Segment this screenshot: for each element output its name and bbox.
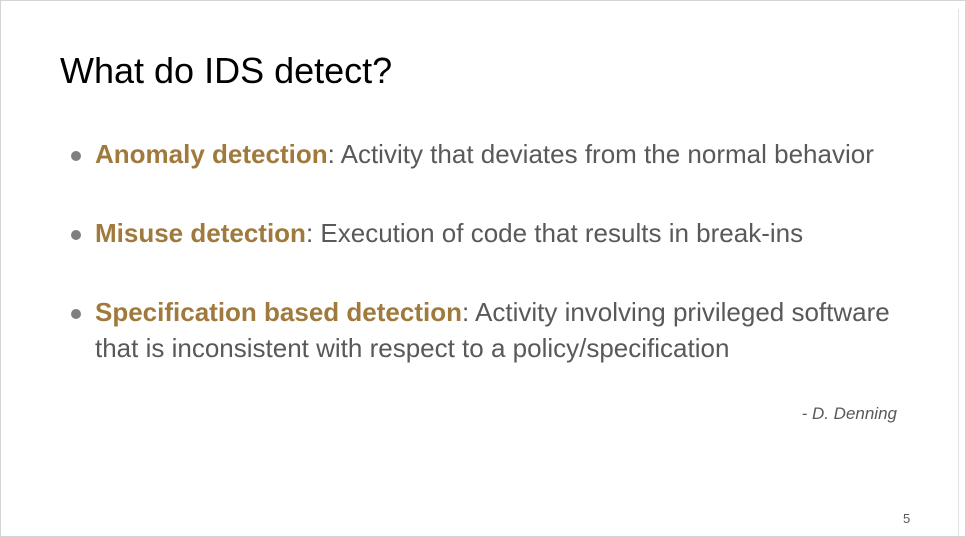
- quote-attribution: - D. Denning: [801, 404, 897, 423]
- slide-edge-divider: [958, 9, 959, 536]
- bullet-dot-icon: [71, 309, 81, 319]
- bullet-separator: :: [461, 297, 475, 327]
- slide: What do IDS detect? Anomaly detection: A…: [0, 0, 966, 537]
- bullet-dot-icon: [71, 151, 81, 161]
- page-number: 5: [903, 511, 911, 526]
- bullet-term: Specification based detection: [95, 297, 462, 327]
- bullet-text: Specification based detection: Activity …: [95, 294, 928, 366]
- bullet-term: Anomaly detection: [95, 139, 328, 169]
- bullet-item-anomaly: Anomaly detection: Activity that deviate…: [68, 136, 928, 172]
- bullet-item-misuse: Misuse detection: Execution of code that…: [68, 215, 928, 251]
- bullet-description: Execution of code that results in break-…: [320, 218, 804, 248]
- bullet-item-specification: Specification based detection: Activity …: [68, 294, 928, 366]
- bullet-description: Activity that deviates from the normal b…: [340, 139, 874, 169]
- bullet-separator: :: [327, 139, 341, 169]
- bullet-dot-icon: [71, 230, 81, 240]
- bullet-text: Anomaly detection: Activity that deviate…: [95, 136, 928, 172]
- bullet-text: Misuse detection: Execution of code that…: [95, 215, 928, 251]
- bullet-term: Misuse detection: [95, 218, 306, 248]
- slide-title: What do IDS detect?: [60, 50, 393, 91]
- bullet-separator: :: [305, 218, 321, 248]
